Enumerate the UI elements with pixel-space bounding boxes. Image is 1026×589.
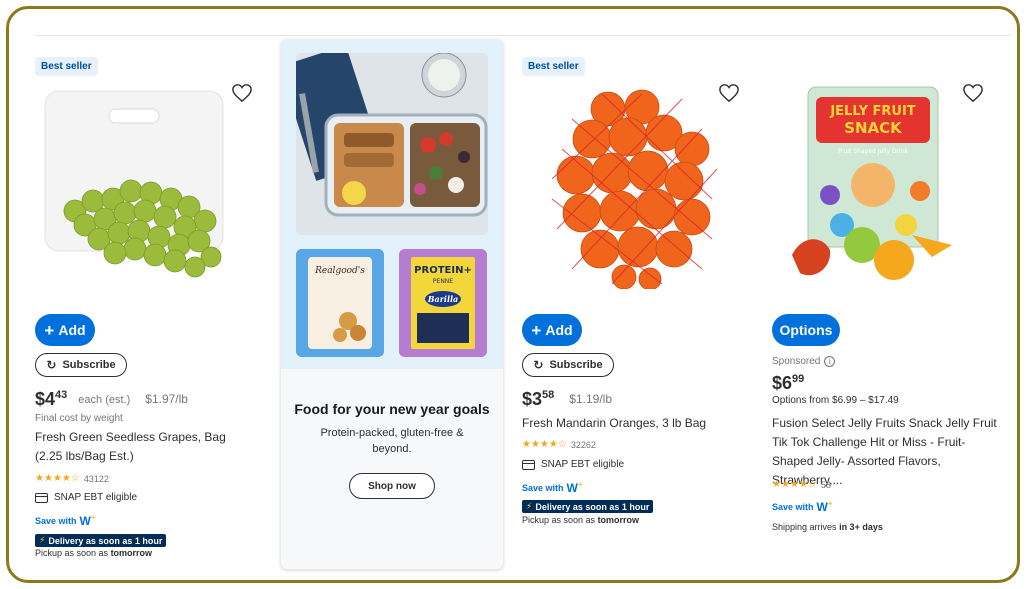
pickup-info: Pickup as soon as tomorrow (522, 515, 640, 525)
best-seller-badge: Best seller (35, 57, 98, 76)
subscribe-button[interactable]: ↻ Subscribe (522, 353, 614, 377)
add-to-cart-button[interactable]: + Add (35, 314, 95, 346)
card-icon (35, 492, 48, 503)
save-with-walmart-plus[interactable]: Save with W+ (522, 480, 583, 495)
card-icon (522, 459, 535, 470)
meal-prep-bowl-image (296, 53, 488, 235)
svg-text:Fruit Shaped Jelly Drink: Fruit Shaped Jelly Drink (838, 148, 909, 155)
product-price: $358 $1.19/lb (522, 389, 612, 409)
product-rating: ★★★★☆ 58 (772, 479, 831, 490)
promo-image-area: Realgood's PROTEIN+ PENNE Barilla (281, 39, 503, 369)
barilla-protein-penne-image: PROTEIN+ PENNE Barilla (399, 249, 487, 357)
realgoods-product-image: Realgood's (296, 249, 384, 357)
delivery-badge: ⚡ Delivery as soon as 1 hour (522, 500, 654, 513)
review-count: 43122 (83, 473, 109, 484)
product-image-mandarins[interactable] (542, 89, 722, 289)
product-image-grapes[interactable] (35, 81, 235, 311)
review-count: 32262 (570, 439, 596, 450)
sponsored-label: Sponsored i (772, 356, 836, 367)
star-rating-icon: ★★★★☆ (772, 479, 817, 490)
walmart-plus-icon: W+ (816, 499, 833, 514)
star-rating-icon: ★★★★☆ (35, 473, 80, 484)
review-count: 58 (820, 479, 831, 490)
pickup-info: Pickup as soon as tomorrow (35, 548, 153, 558)
lightning-icon: ⚡ (526, 501, 533, 511)
shop-now-button[interactable]: Shop now (349, 473, 435, 499)
final-cost-note: Final cost by weight (35, 413, 123, 424)
info-icon: i (824, 356, 836, 367)
product-card-grapes[interactable]: Best seller + Add ↻ Subscribe $443 each … (35, 49, 265, 569)
star-rating-icon: ★★★★☆ (522, 439, 567, 450)
lightning-icon: ⚡ (39, 535, 46, 545)
product-image-jelly-snack[interactable]: JELLY FRUIT SNACK Fruit Shaped Jelly Dri… (782, 85, 972, 295)
product-card-mandarins[interactable]: Best seller + Add ↻ Subscribe $358 $1.19… (522, 49, 752, 569)
options-button[interactable]: Options (772, 314, 840, 346)
promo-subtitle: Protein-packed, gluten-free & beyond. (320, 427, 464, 455)
refresh-icon: ↻ (533, 358, 544, 372)
product-price: $443 each (est.) $1.97/lb (35, 389, 188, 409)
product-rating: ★★★★☆ 32262 (522, 439, 596, 450)
delivery-badge: ⚡ Delivery as soon as 1 hour (35, 534, 167, 547)
subscribe-button[interactable]: ↻ Subscribe (35, 353, 127, 377)
save-with-walmart-plus[interactable]: Save with W+ (35, 513, 96, 528)
promo-title: Food for your new year goals (294, 401, 490, 417)
svg-text:Barilla: Barilla (427, 294, 458, 304)
best-seller-badge: Best seller (522, 57, 585, 76)
product-card-jelly-snack[interactable]: JELLY FRUIT SNACK Fruit Shaped Jelly Dri… (766, 49, 1006, 569)
walmart-plus-icon: W+ (566, 480, 583, 495)
svg-text:PENNE: PENNE (433, 278, 453, 285)
svg-text:PROTEIN+: PROTEIN+ (414, 265, 472, 276)
svg-text:Realgood's: Realgood's (314, 266, 365, 276)
add-to-cart-button[interactable]: + Add (522, 314, 582, 346)
shipping-info: Shipping arrives in 3+ days (772, 522, 883, 532)
svg-text:SNACK: SNACK (844, 119, 903, 137)
snap-ebt-eligible: SNAP EBT eligible (35, 492, 137, 503)
walmart-plus-icon: W+ (79, 513, 96, 528)
promo-card-new-year-goals[interactable]: Realgood's PROTEIN+ PENNE Barilla Food f… (281, 39, 503, 569)
plus-icon: + (44, 320, 55, 340)
product-rating: ★★★★☆ 43122 (35, 473, 109, 484)
svg-text:JELLY FRUIT: JELLY FRUIT (829, 104, 915, 119)
plus-icon: + (531, 320, 542, 340)
product-carousel-frame: Best seller + Add ↻ Subscribe $443 each … (6, 6, 1020, 583)
product-title[interactable]: Fresh Mandarin Oranges, 3 lb Bag (522, 414, 732, 433)
divider (35, 35, 1011, 36)
refresh-icon: ↻ (46, 358, 57, 372)
options-price-range: Options from $6.99 – $17.49 (772, 395, 899, 406)
save-with-walmart-plus[interactable]: Save with W+ (772, 499, 833, 514)
snap-ebt-eligible: SNAP EBT eligible (522, 459, 624, 470)
product-price: $699 (772, 373, 805, 393)
product-title[interactable]: Fresh Green Seedless Grapes, Bag (2.25 l… (35, 428, 245, 466)
